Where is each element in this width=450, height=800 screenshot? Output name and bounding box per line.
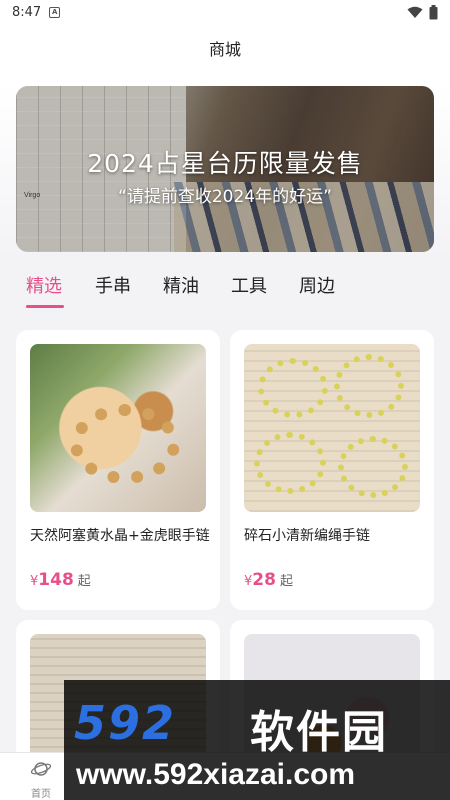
tab-featured[interactable]: 精选 (26, 272, 62, 298)
nav-home-label: 首页 (31, 789, 51, 800)
product-card[interactable]: 天然阿塞黄水晶+金虎眼手链 ¥148 起 (16, 330, 220, 610)
wifi-icon (407, 6, 423, 18)
tab-merch[interactable]: 周边 (299, 272, 335, 298)
status-icons (407, 4, 438, 20)
tab-bracelets[interactable]: 手串 (95, 272, 131, 298)
product-price: ¥148 起 (30, 570, 91, 590)
status-time: 8:47 (12, 4, 42, 20)
product-card[interactable]: 碎石小清新编绳手链 ¥28 起 (230, 330, 434, 610)
watermark-brand: 软件园 (250, 707, 388, 758)
watermark-logo: 592 (74, 696, 177, 750)
promo-banner[interactable]: Virgo 2024占星台历限量发售 “请提前查收2024年的好运” (16, 86, 434, 252)
watermark-url: www.592xiazai.com (76, 758, 356, 791)
category-tabs: 精选 手串 精油 工具 周边 (0, 262, 450, 314)
banner-headline: 2024占星台历限量发售 (87, 149, 363, 178)
site-watermark: 592 软件园 www.592xiazai.com (64, 680, 450, 800)
banner-subline: “请提前查收2024年的好运” (118, 187, 332, 207)
tab-tools[interactable]: 工具 (231, 272, 267, 298)
nav-home[interactable]: 首页 (18, 759, 64, 800)
product-image[interactable] (244, 344, 420, 512)
page-title: 商城 (208, 40, 241, 59)
active-tab-indicator (26, 305, 64, 308)
bracelet-graphic (338, 436, 408, 498)
bracelet-graphic (254, 432, 326, 494)
product-name: 天然阿塞黄水晶+金虎眼手链 (30, 528, 210, 544)
tab-essential-oils[interactable]: 精油 (163, 272, 199, 298)
page-header: 商城 (0, 24, 450, 84)
bracelet-graphic (258, 358, 328, 418)
product-price: ¥28 起 (244, 570, 293, 590)
banner-area: Virgo 2024占星台历限量发售 “请提前查收2024年的好运” (0, 84, 450, 259)
price-suffix: 起 (279, 574, 293, 589)
battery-icon (429, 4, 438, 19)
bracelet-graphic (334, 354, 404, 418)
product-image[interactable] (30, 344, 206, 512)
notification-icon: A (49, 6, 61, 18)
price-value: 28 (252, 570, 276, 590)
bracelet-graphic (70, 404, 180, 484)
price-value: 148 (38, 570, 74, 590)
planet-icon (30, 762, 52, 776)
price-suffix: 起 (77, 574, 91, 589)
product-name: 碎石小清新编绳手链 (244, 528, 370, 544)
status-bar: 8:47 A (0, 0, 450, 24)
